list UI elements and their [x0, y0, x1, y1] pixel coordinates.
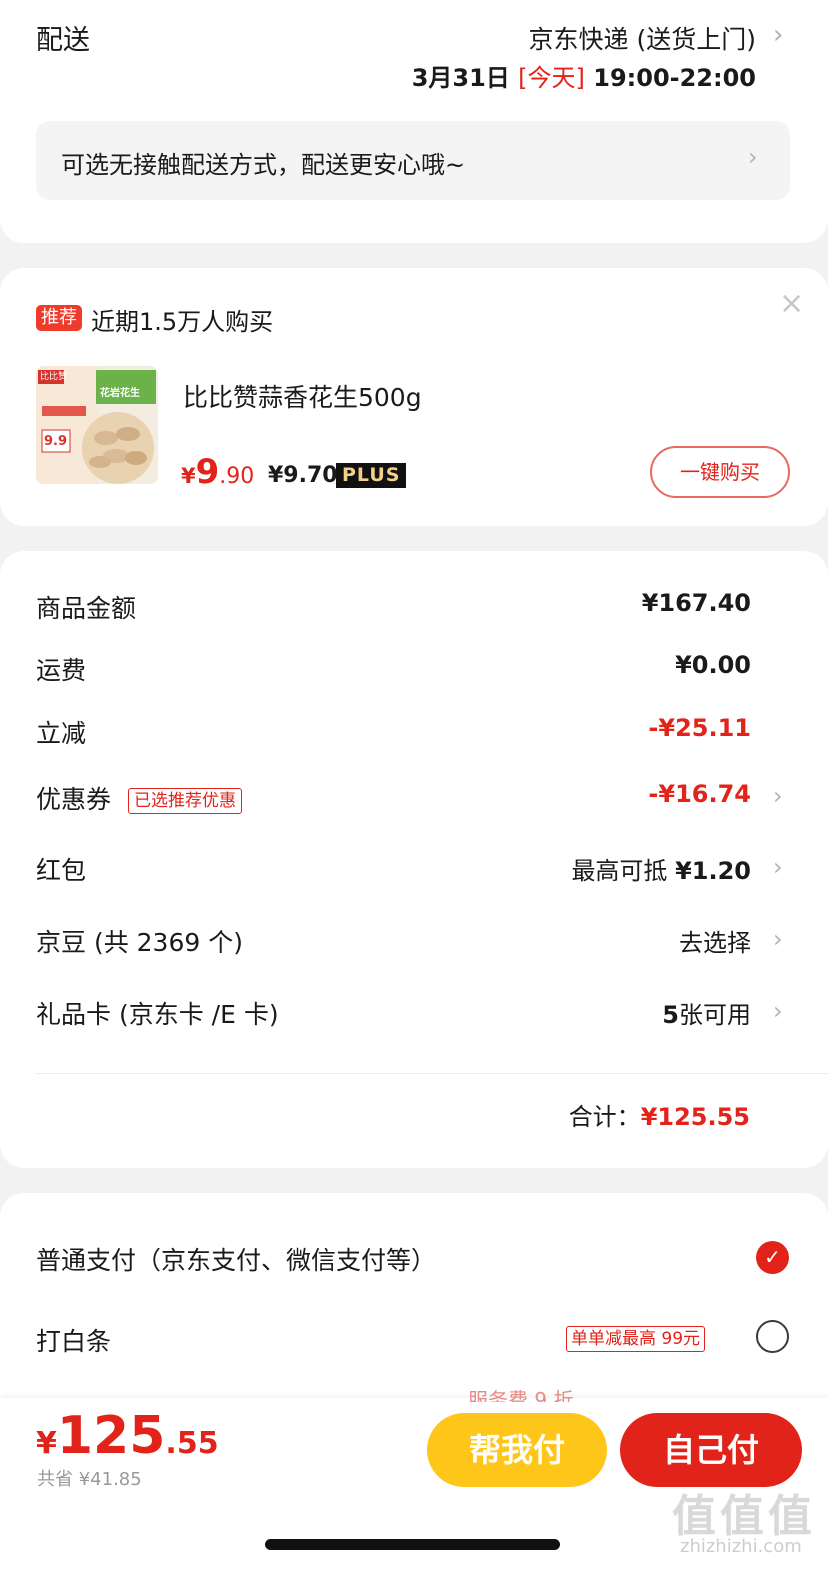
help-pay-button[interactable]: 帮我付	[427, 1413, 607, 1487]
delivery-method[interactable]: 京东快递 (送货上门)	[529, 20, 756, 56]
chevron-right-icon: ›	[773, 782, 783, 810]
row-coupon[interactable]: 优惠券 已选推荐优惠 -¥16.74 ›	[0, 780, 828, 820]
row-shipping: 运费 ¥0.00	[0, 651, 828, 691]
check-circle-icon[interactable]: ✓	[756, 1241, 789, 1274]
bottom-bar: 服务费 9 折 ¥125.55 共省 ¥41.85 帮我付 自己付 值值值 zh…	[0, 1388, 828, 1573]
row-value: ¥0.00	[675, 651, 751, 679]
recommend-headline: 近期1.5万人购买	[91, 308, 274, 336]
row-value: 5张可用	[662, 995, 751, 1030]
close-icon[interactable]: ×	[779, 286, 804, 321]
row-value: ¥167.40	[641, 589, 751, 617]
coupon-tag: 已选推荐优惠	[128, 788, 242, 814]
row-value: 最高可抵 ¥1.20	[571, 851, 751, 886]
amount-int: 125	[56, 1406, 166, 1466]
pay-amount: ¥125.55	[36, 1406, 219, 1466]
self-pay-button[interactable]: 自己付	[620, 1413, 802, 1487]
radio-circle-icon[interactable]	[756, 1320, 789, 1353]
row-value: -¥16.74	[648, 780, 751, 808]
gift-card-count: 5	[662, 1001, 679, 1029]
recommend-card: 推荐 近期1.5万人购买 × 比比赞 花岩花生 9.9 比比赞蒜香花生500g …	[0, 268, 828, 526]
row-label: 立减	[36, 719, 87, 748]
saved-amount: 共省 ¥41.85	[37, 1469, 142, 1490]
price-int: 9	[195, 452, 220, 492]
delivery-time[interactable]: 3月31日 [今天] 19:00-22:00	[412, 58, 756, 93]
contactless-delivery-option[interactable]: 可选无接触配送方式，配送更安心哦~ ›	[36, 121, 790, 200]
delivery-label: 配送	[36, 25, 90, 56]
image-price-text: 9.9	[44, 434, 68, 449]
currency-symbol: ¥	[36, 1426, 57, 1461]
row-goods-amount: 商品金额 ¥167.40	[0, 589, 828, 629]
row-label: 京豆 (共 2369 个)	[36, 928, 243, 957]
amount-dec: .55	[165, 1426, 219, 1461]
price-dec: .90	[219, 464, 255, 489]
delivery-time-slot: 19:00-22:00	[593, 64, 756, 92]
red-packet-amount: ¥1.20	[675, 857, 751, 885]
contactless-text: 可选无接触配送方式，配送更安心哦~	[61, 151, 466, 179]
chevron-right-icon[interactable]: ›	[773, 20, 783, 50]
today-tag: [今天]	[518, 64, 585, 92]
chevron-right-icon: ›	[773, 925, 783, 953]
price-symbol: ¥	[181, 464, 196, 488]
total: 合计：¥125.55	[569, 1097, 750, 1132]
watermark: 值值值	[672, 1491, 816, 1542]
payment-option-baitiao[interactable]: 打白条	[36, 1322, 111, 1358]
row-jd-beans[interactable]: 京豆 (共 2369 个) 去选择 ›	[0, 923, 828, 963]
payment-option-normal[interactable]: 普通支付（京东支付、微信支付等）	[36, 1241, 436, 1277]
gift-card-suffix: 张可用	[679, 1001, 751, 1029]
chevron-right-icon: ›	[773, 853, 783, 881]
total-label: 合计：	[568, 1103, 641, 1131]
one-click-buy-button[interactable]: 一键购买	[650, 446, 790, 498]
row-red-packet[interactable]: 红包 最高可抵 ¥1.20 ›	[0, 851, 828, 891]
row-value: -¥25.11	[648, 714, 751, 742]
total-value: ¥125.55	[640, 1103, 750, 1131]
row-value: 去选择	[679, 929, 751, 957]
row-label: 商品金额	[36, 594, 137, 623]
product-image[interactable]: 比比赞 花岩花生 9.9	[36, 366, 158, 484]
row-label: 优惠券	[36, 785, 112, 814]
row-gift-card[interactable]: 礼品卡 (京东卡 /E 卡) 5张可用 ›	[0, 995, 828, 1035]
row-label: 运费	[36, 656, 87, 685]
image-title-text: 花岩花生	[100, 388, 140, 399]
row-label: 礼品卡 (京东卡 /E 卡)	[36, 1000, 279, 1029]
recommend-tag: 推荐	[36, 305, 82, 331]
plus-badge: PLUS	[336, 463, 407, 488]
order-summary-card: 商品金额 ¥167.40 运费 ¥0.00 立减 -¥25.11 优惠券 已选推…	[0, 551, 828, 1168]
row-label: 红包	[36, 856, 87, 885]
product-price: ¥9.90	[181, 452, 254, 492]
delivery-card: 配送 京东快递 (送货上门) › 3月31日 [今天] 19:00-22:00 …	[0, 0, 828, 243]
image-brand-text: 比比赞	[40, 372, 68, 382]
plus-price: ¥9.70	[268, 463, 338, 488]
home-indicator[interactable]	[265, 1539, 560, 1550]
red-packet-prefix: 最高可抵	[571, 857, 676, 885]
divider	[36, 1073, 828, 1074]
chevron-right-icon: ›	[748, 143, 758, 171]
baitiao-promo-tag: 单单减最高 99元	[566, 1326, 706, 1352]
product-name[interactable]: 比比赞蒜香花生500g	[183, 378, 422, 414]
row-instant-discount: 立减 -¥25.11	[0, 714, 828, 754]
chevron-right-icon: ›	[773, 997, 783, 1025]
watermark-url: zhizhizhi.com	[680, 1536, 802, 1557]
service-fee-tag: 服务费 9 折	[468, 1388, 574, 1402]
delivery-date: 3月31日	[411, 64, 510, 92]
